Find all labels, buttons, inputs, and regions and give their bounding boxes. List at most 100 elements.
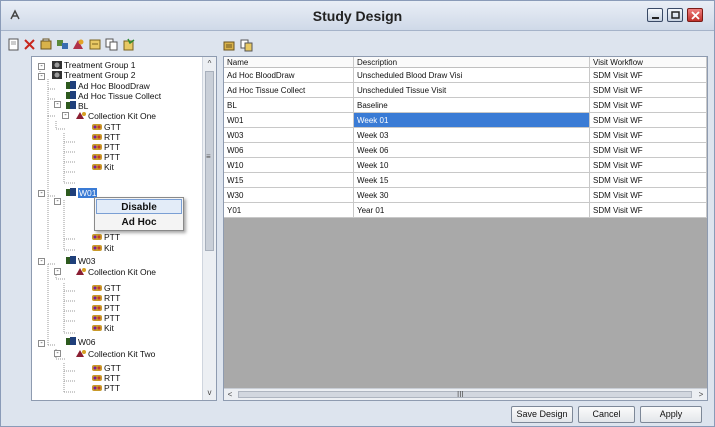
tree-node[interactable]: RTT [92,373,120,383]
tree-expander-icon[interactable]: - [38,73,45,80]
kit-icon [76,112,86,119]
scroll-left-icon[interactable]: < [225,389,235,400]
grid-cell[interactable]: Ad Hoc Tissue Collect [224,83,354,98]
minimize-button[interactable] [647,8,663,22]
add-visit-icon[interactable] [56,38,69,51]
column-header-description[interactable]: Description [354,57,590,68]
tree-node[interactable]: PTT [92,152,120,162]
menu-item-ad-hoc[interactable]: Ad Hoc [96,215,182,230]
tree-node[interactable]: Treatment Group 1 [52,60,136,70]
copy-icon[interactable] [105,38,118,51]
tree-vertical-scrollbar[interactable]: ^ ≡ v [202,57,216,400]
tree-expander-icon[interactable]: - [54,101,61,108]
tree-node[interactable]: GTT [92,283,121,293]
tree-expander-icon[interactable]: - [54,268,61,275]
visit-grid[interactable]: Name Description Visit Workflow Ad Hoc B… [223,56,708,401]
grid-cell[interactable]: SDM Visit WF [590,128,707,143]
tree-expander-icon[interactable]: - [62,112,69,119]
add-group-icon[interactable] [40,38,53,51]
grid-cell[interactable]: SDM Visit WF [590,98,707,113]
tube-icon [92,154,102,160]
tree-expander-icon[interactable]: - [38,63,45,70]
scroll-down-icon[interactable]: v [205,388,214,398]
scroll-right-icon[interactable]: > [696,389,706,400]
save-design-button[interactable]: Save Design [511,406,573,423]
tree-node[interactable]: GTT [92,363,121,373]
tree-node[interactable]: Ad Hoc BloodDraw [66,81,150,91]
maximize-button[interactable] [667,8,683,22]
tree-node[interactable]: PTT [92,232,120,242]
grid-copy-icon[interactable] [240,39,253,52]
cancel-button[interactable]: Cancel [578,406,635,423]
column-header-name[interactable]: Name [224,57,354,68]
tree-node[interactable]: W03 [66,256,95,266]
tree-node[interactable]: BL [66,101,88,111]
grid-cell[interactable]: Week 30 [354,188,590,203]
grid-cell[interactable]: W06 [224,143,354,158]
tree-node[interactable]: PTT [92,383,120,393]
tree-node[interactable]: Collection Kit One [76,267,156,277]
tree-expander-icon[interactable]: - [38,258,45,265]
tree-node[interactable]: Kit [92,162,114,172]
tube-icon [92,305,102,311]
grid-cell[interactable]: SDM Visit WF [590,188,707,203]
tree-node[interactable]: Collection Kit One [76,111,156,121]
tree-node[interactable]: Kit [92,323,114,333]
grid-cell[interactable]: BL [224,98,354,113]
grid-horizontal-scrollbar[interactable]: < III > [224,388,707,400]
tree-expander-icon[interactable]: - [54,350,61,357]
close-button[interactable] [687,8,703,22]
grid-cell[interactable]: Ad Hoc BloodDraw [224,68,354,83]
grid-cell[interactable]: Y01 [224,203,354,218]
tree-expander-icon[interactable]: - [54,198,61,205]
grid-cell[interactable]: Week 06 [354,143,590,158]
tree-node[interactable]: Collection Kit Two [76,349,155,359]
tree-node[interactable]: PTT [92,313,120,323]
grid-cell[interactable]: Week 03 [354,128,590,143]
tree-node[interactable]: Kit [92,243,114,253]
scroll-thumb[interactable] [205,71,214,251]
grid-cell[interactable]: W01 [224,113,354,128]
menu-item-disable[interactable]: Disable [96,199,182,214]
apply-button[interactable]: Apply [640,406,702,423]
column-header-visit-workflow[interactable]: Visit Workflow [590,57,707,68]
grid-edit-icon[interactable] [223,39,236,52]
grid-cell[interactable]: W03 [224,128,354,143]
grid-cell[interactable]: SDM Visit WF [590,113,707,128]
grid-cell[interactable]: Week 01 [354,113,590,128]
tree-node[interactable]: PTT [92,142,120,152]
delete-icon[interactable] [23,38,36,51]
tree-node[interactable]: GTT [92,122,121,132]
add-kit-icon[interactable] [72,38,85,51]
grid-cell[interactable]: Unscheduled Blood Draw Visi [354,68,590,83]
grid-cell[interactable]: W10 [224,158,354,173]
grid-cell[interactable]: W15 [224,173,354,188]
tree-node[interactable]: Treatment Group 2 [52,70,136,80]
tree-node[interactable]: W01 [66,188,98,198]
tree-node[interactable]: W06 [66,337,95,347]
grid-cell[interactable]: SDM Visit WF [590,68,707,83]
add-tube-icon[interactable] [89,38,102,51]
hscroll-thumb[interactable] [238,391,692,398]
grid-cell[interactable]: SDM Visit WF [590,143,707,158]
grid-cell[interactable]: SDM Visit WF [590,203,707,218]
tree-node[interactable]: PTT [92,303,120,313]
grid-cell[interactable]: Week 15 [354,173,590,188]
grid-cell[interactable]: SDM Visit WF [590,173,707,188]
scroll-up-icon[interactable]: ^ [205,59,214,69]
tree-expander-icon[interactable]: - [38,340,45,347]
tree-node[interactable]: RTT [92,293,120,303]
grid-cell[interactable]: Year 01 [354,203,590,218]
grid-cell[interactable]: W30 [224,188,354,203]
tree-expander-icon[interactable]: - [38,190,45,197]
grid-cell[interactable]: Week 10 [354,158,590,173]
grid-cell[interactable]: SDM Visit WF [590,158,707,173]
grid-cell[interactable]: SDM Visit WF [590,83,707,98]
new-icon[interactable] [7,38,20,51]
title-bar[interactable]: Study Design [1,1,714,31]
grid-cell[interactable]: Baseline [354,98,590,113]
grid-cell[interactable]: Unscheduled Tissue Visit [354,83,590,98]
tree-node[interactable]: Ad Hoc Tissue Collect [66,91,161,101]
tree-node[interactable]: RTT [92,132,120,142]
paste-icon[interactable] [122,38,135,51]
